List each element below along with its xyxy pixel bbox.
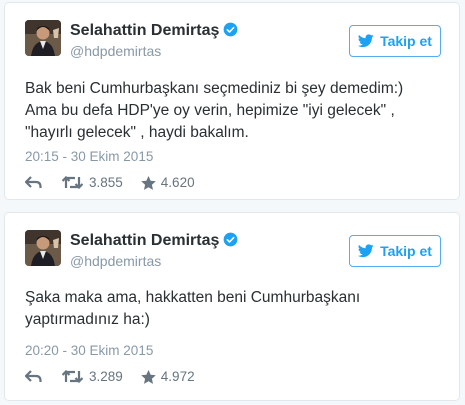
retweet-count: 3.855 [89,175,123,190]
tweet-card: Selahattin Demirtaş @hdpdemirtas Takip e… [4,212,460,401]
follow-button-label[interactable]: Takip et [380,243,432,259]
like-count: 4.620 [160,175,195,190]
retweet-count: 3.289 [89,369,123,384]
star-icon [140,175,156,190]
follow-button[interactable]: Takip et [349,25,441,57]
retweet-icon [62,370,83,383]
tweet-actions: 3.855 4.620 [25,175,195,190]
tweet-actions: 3.289 4.972 [25,369,195,384]
twitter-bird-icon [358,34,374,48]
like-button[interactable]: 4.972 [140,369,195,384]
avatar[interactable] [25,20,61,56]
user-name[interactable]: Selahattin Demirtaş [70,22,238,40]
star-icon [140,369,156,384]
like-count: 4.972 [160,369,195,384]
follow-button-label[interactable]: Takip et [380,33,432,49]
verified-badge-icon [224,22,238,37]
retweet-icon [62,176,83,189]
reply-button[interactable] [25,176,42,189]
tweet-timestamp[interactable]: 20:15 - 30 Ekim 2015 [25,149,153,164]
follow-button[interactable]: Takip et [349,235,441,267]
reply-button[interactable] [25,370,42,383]
tweet-text: Bak beni Cumhurbaşkanı seçmediniz bi şey… [25,80,404,141]
retweet-button[interactable]: 3.855 [62,175,123,190]
reply-icon [25,370,42,382]
tweet-card: Selahattin Demirtaş @hdpdemirtas Takip e… [4,2,460,200]
reply-icon [25,176,42,188]
user-handle[interactable]: @hdpdemirtas [70,253,161,269]
avatar[interactable] [25,230,61,266]
user-name[interactable]: Selahattin Demirtaş [70,232,238,250]
user-handle[interactable]: @hdpdemirtas [70,43,161,59]
user-name-text[interactable]: Selahattin Demirtaş [70,22,219,39]
tweet-text: Şaka maka ama, hakkatten beni Cumhurbaşk… [25,289,361,328]
retweet-button[interactable]: 3.289 [62,369,123,384]
like-button[interactable]: 4.620 [140,175,195,190]
twitter-bird-icon [358,244,374,258]
verified-badge-icon [224,232,238,247]
user-name-text[interactable]: Selahattin Demirtaş [70,232,219,249]
tweet-timestamp[interactable]: 20:20 - 30 Ekim 2015 [25,343,153,358]
